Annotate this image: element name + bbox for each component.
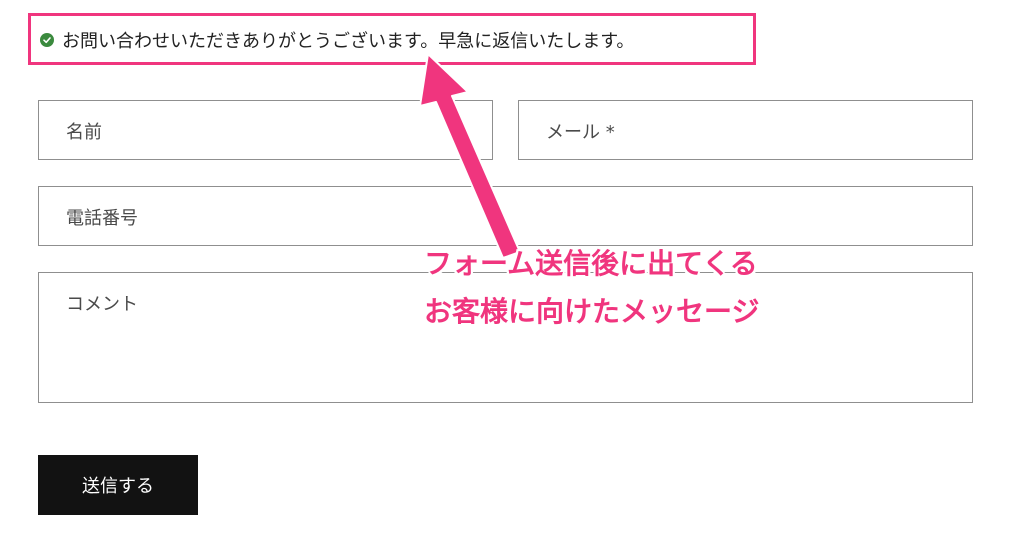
email-input[interactable]: メール * <box>518 100 973 160</box>
phone-input[interactable]: 電話番号 <box>38 186 973 246</box>
annotation-label: フォーム送信後に出てくる お客様に向けたメッセージ <box>424 240 759 336</box>
email-placeholder: メール * <box>546 122 615 143</box>
annotation-line-1: フォーム送信後に出てくる <box>424 247 758 280</box>
contact-page: お問い合わせいただきありがとうございます。早急に返信いたします。 名前 メール … <box>0 0 1024 543</box>
submit-button[interactable]: 送信する <box>38 455 198 515</box>
success-message: お問い合わせいただきありがとうございます。早急に返信いたします。 <box>40 27 634 53</box>
name-placeholder: 名前 <box>66 122 102 143</box>
check-mark <box>43 37 51 44</box>
comment-placeholder: コメント <box>66 294 138 315</box>
phone-placeholder: 電話番号 <box>66 208 138 229</box>
success-message-text: お問い合わせいただきありがとうございます。早急に返信いたします。 <box>62 31 635 52</box>
check-circle-icon <box>40 33 54 47</box>
annotation-line-2: お客様に向けたメッセージ <box>424 295 760 328</box>
name-input[interactable]: 名前 <box>38 100 493 160</box>
